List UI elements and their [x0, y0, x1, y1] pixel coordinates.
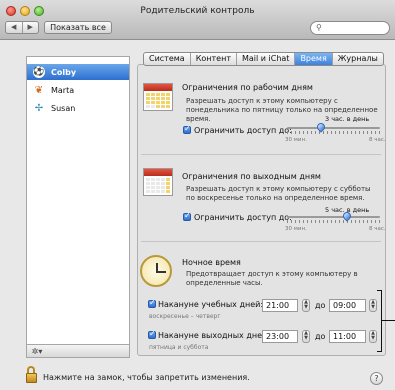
- school-to-time[interactable]: 09:00: [329, 299, 366, 312]
- clock-icon: [140, 255, 172, 287]
- annotation-bracket: [377, 290, 382, 352]
- weekday-slider-ticks: [287, 131, 380, 134]
- school-nights-sub: воскресенье – четверг: [149, 313, 221, 320]
- weekend-calendar-icon: [143, 168, 173, 196]
- weekend-slider-track[interactable]: [287, 216, 380, 218]
- weekend-description: Разрешать доступ к этому компьютеру с су…: [186, 185, 371, 202]
- weekday-max: 8 час.: [369, 137, 386, 143]
- school-to-stepper[interactable]: ▲ ▼: [369, 299, 377, 312]
- user-item-colby[interactable]: ⚽ Colby: [27, 64, 129, 80]
- school-from-time[interactable]: 21:00: [262, 299, 298, 312]
- back-forward-control: ◀ ▶: [5, 21, 39, 34]
- back-button[interactable]: ◀: [6, 22, 23, 33]
- lock-message: Нажмите на замок, чтобы запретить измене…: [43, 373, 250, 382]
- sidebar-footer: ✲▾: [26, 344, 130, 358]
- weekend-nights-label: Накануне выходных дней:: [158, 331, 270, 340]
- annotation-line: [382, 320, 395, 321]
- user-list: ⚽ Colby ❦ Marta ✢ Susan: [26, 56, 130, 358]
- weekend-limit-label: Ограничить доступ до:: [194, 213, 292, 222]
- search-field[interactable]: ⚲: [310, 21, 390, 35]
- weekday-min: 30 мин.: [285, 137, 307, 143]
- section-divider: [141, 154, 381, 155]
- user-name: Susan: [51, 103, 76, 113]
- bedtime-title: Ночное время: [182, 258, 241, 267]
- weekday-limit-checkbox[interactable]: [183, 124, 191, 134]
- gear-icon[interactable]: ✲▾: [29, 346, 45, 357]
- forward-button[interactable]: ▶: [23, 22, 39, 33]
- weekend-to-time[interactable]: 11:00: [329, 330, 366, 343]
- user-name: Colby: [51, 67, 77, 77]
- user-name: Marta: [51, 85, 75, 95]
- weekday-calendar-icon: [143, 83, 173, 111]
- bedtime-description: Предотвращает доступ к этому компьютеру …: [186, 270, 358, 287]
- weekday-limit-label: Ограничить доступ до:: [194, 126, 292, 135]
- weekend-nights-checkbox[interactable]: [148, 329, 156, 339]
- weekend-nights-sub: пятница и суббота: [149, 344, 209, 351]
- title-bar: Родительский контроль ◀ ▶ Показать все ⚲: [0, 0, 395, 40]
- weekday-title: Ограничения по рабочим дням: [182, 83, 313, 92]
- weekend-from-stepper[interactable]: ▲ ▼: [302, 330, 310, 343]
- weekend-to-stepper[interactable]: ▲ ▼: [369, 330, 377, 343]
- weekend-max: 8 час.: [369, 226, 386, 232]
- school-nights-label: Накануне учебных дней:: [158, 300, 264, 309]
- help-button[interactable]: ?: [370, 372, 383, 385]
- weekend-title: Ограничения по выходным дням: [182, 172, 321, 181]
- user-item-susan[interactable]: ✢ Susan: [27, 100, 129, 116]
- tab-time[interactable]: Время: [295, 53, 333, 65]
- search-icon: ⚲: [316, 23, 322, 32]
- school-from-stepper[interactable]: ▲ ▼: [302, 299, 310, 312]
- soccer-ball-icon: ⚽: [33, 66, 45, 78]
- weekend-limit-checkbox[interactable]: [183, 211, 191, 221]
- tab-bar: Система Контент Mail и iChat Время Журна…: [143, 52, 384, 66]
- weekend-to-label: до: [315, 332, 326, 341]
- user-item-marta[interactable]: ❦ Marta: [27, 82, 129, 98]
- tab-mail-ichat[interactable]: Mail и iChat: [237, 53, 296, 65]
- lock-icon[interactable]: [26, 366, 38, 384]
- weekday-slider-track[interactable]: [287, 127, 380, 129]
- tab-logs[interactable]: Журналы: [333, 53, 383, 65]
- school-to-label: до: [315, 301, 326, 310]
- window-title: Родительский контроль: [140, 6, 255, 16]
- preferences-window: Родительский контроль ◀ ▶ Показать все ⚲…: [0, 0, 395, 390]
- tab-system[interactable]: Система: [144, 53, 191, 65]
- school-nights-checkbox[interactable]: [148, 298, 156, 308]
- show-all-button[interactable]: Показать все: [44, 21, 112, 34]
- weekend-from-time[interactable]: 23:00: [262, 330, 298, 343]
- weekend-slider-ticks: [287, 220, 380, 223]
- weekday-value: 3 час. в день: [325, 115, 370, 123]
- tab-content[interactable]: Контент: [191, 53, 237, 65]
- section-divider: [141, 241, 381, 242]
- butterfly-icon: ❦: [34, 84, 44, 96]
- weekend-min: 30 мин.: [285, 226, 307, 232]
- dragonfly-icon: ✢: [34, 102, 44, 114]
